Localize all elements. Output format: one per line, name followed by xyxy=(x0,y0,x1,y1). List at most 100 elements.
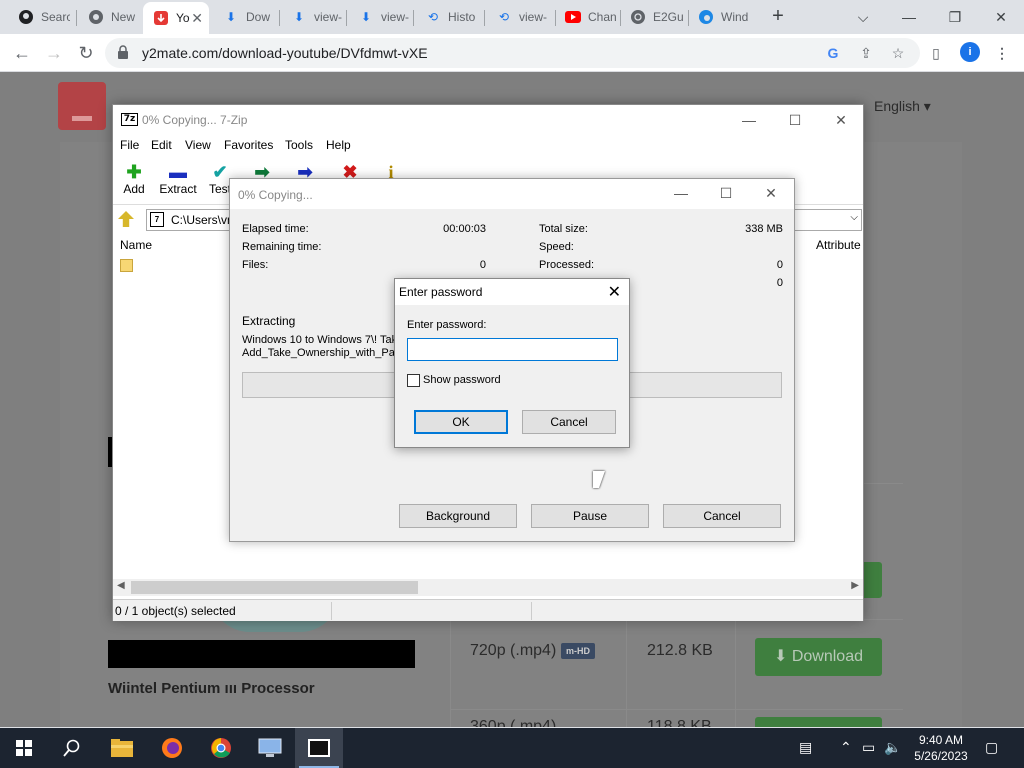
forward-button[interactable]: → xyxy=(42,41,66,65)
tab-y2mate[interactable]: Yo ✕ xyxy=(143,2,209,34)
chevron-down-icon[interactable]: ⌵ xyxy=(850,212,858,223)
back-button[interactable]: ← xyxy=(10,41,34,65)
tab-windows[interactable]: Wind xyxy=(688,4,754,30)
processed-label: Processed: xyxy=(539,259,595,271)
tab-view-1[interactable]: ⬇ view- xyxy=(281,4,343,30)
add-button[interactable]: ✚ Add xyxy=(122,162,146,196)
selection-status: 0 / 1 object(s) selected xyxy=(115,604,236,618)
password-input[interactable] xyxy=(407,338,618,361)
elapsed-value: 00:00:03 xyxy=(443,223,486,235)
tab-new[interactable]: New xyxy=(78,4,140,30)
horizontal-scrollbar[interactable]: ◀ ▶ xyxy=(113,579,863,596)
remote-desktop-button[interactable] xyxy=(246,728,294,768)
sevenzip-icon xyxy=(308,739,330,757)
show-hidden-icons-icon[interactable]: ⌃ xyxy=(840,739,852,756)
cancel-button[interactable]: Cancel xyxy=(522,410,616,434)
tab-e2gu[interactable]: E2Gu xyxy=(620,4,686,30)
pause-button[interactable]: Pause xyxy=(531,504,649,528)
minimize-button[interactable]: — xyxy=(886,4,932,30)
y2mate-logo xyxy=(58,82,106,130)
share-icon[interactable]: ⇪ xyxy=(856,43,876,63)
files-value: 0 xyxy=(479,259,486,271)
menu-help[interactable]: Help xyxy=(326,138,351,152)
google-lens-icon[interactable]: G xyxy=(823,43,843,63)
download-button[interactable] xyxy=(755,717,882,727)
show-password-checkbox[interactable] xyxy=(407,374,420,387)
column-name[interactable]: Name xyxy=(120,238,152,252)
tab-github-search[interactable]: Searc xyxy=(8,4,70,30)
globe-icon xyxy=(630,9,646,25)
quality-cell: 360p (.mp4) xyxy=(470,718,557,727)
scroll-left-icon[interactable]: ◀ xyxy=(117,580,125,591)
tab-download[interactable]: ⬇ Dow xyxy=(213,4,275,30)
side-panel-icon[interactable]: ▯ xyxy=(926,43,946,63)
menu-edit[interactable]: Edit xyxy=(151,138,172,152)
menu-tools[interactable]: Tools xyxy=(285,138,313,152)
extracting-file-line1: Windows 10 to Windows 7\! Tak xyxy=(242,334,398,346)
up-folder-icon[interactable] xyxy=(118,211,134,227)
menu-file[interactable]: File xyxy=(120,138,139,152)
column-attributes[interactable]: Attribute xyxy=(816,238,861,252)
search-button[interactable] xyxy=(48,728,96,768)
history-icon: ⟲ xyxy=(427,10,439,24)
start-icon xyxy=(16,740,32,756)
extracting-file-line2: Add_Take_Ownership_with_Pau xyxy=(242,347,401,359)
cancel-button[interactable]: Cancel xyxy=(663,504,781,528)
reload-button[interactable]: ↻ xyxy=(74,41,98,65)
background-button[interactable]: Background xyxy=(399,504,517,528)
start-button[interactable] xyxy=(0,728,48,768)
folder-icon[interactable] xyxy=(120,259,133,272)
close-icon[interactable]: ✕ xyxy=(608,282,621,302)
menu-view[interactable]: View xyxy=(185,138,211,152)
chrome-button[interactable] xyxy=(197,728,245,768)
maximize-button[interactable]: ☐ xyxy=(772,105,818,135)
notifications-icon[interactable]: ▢ xyxy=(985,739,998,756)
clock-time: 9:40 AM xyxy=(918,733,964,747)
extract-button[interactable]: ▬ Extract xyxy=(158,162,198,196)
ok-button[interactable]: OK xyxy=(414,410,508,434)
firefox-button[interactable] xyxy=(148,728,196,768)
bookmark-star-icon[interactable]: ☆ xyxy=(888,43,908,63)
profile-avatar[interactable]: i xyxy=(960,42,980,62)
minimize-button[interactable]: — xyxy=(658,179,704,207)
tab-search-button[interactable]: ⌵ xyxy=(840,4,886,30)
new-tab-button[interactable]: + xyxy=(767,6,789,28)
tab-label: view- xyxy=(381,10,410,24)
lock-icon xyxy=(117,45,131,61)
scroll-right-icon[interactable]: ▶ xyxy=(851,580,859,591)
file-explorer-button[interactable] xyxy=(98,728,146,768)
tab-channel[interactable]: Chan xyxy=(555,4,618,30)
minimize-button[interactable]: — xyxy=(726,105,772,135)
tab-view-3[interactable]: ⟲ view- xyxy=(486,4,552,30)
address-bar[interactable]: y2mate.com/download-youtube/DVfdmwt-vXE … xyxy=(105,38,920,68)
password-label: Enter password: xyxy=(407,319,487,331)
download-icon: ⬇ xyxy=(225,10,237,24)
browser-tab-strip: Searc New Yo ✕ ⬇ Dow ⬇ view- ⬇ view- ⟲ H… xyxy=(0,0,1024,34)
tab-label: Wind xyxy=(721,10,749,24)
sevenzip-taskbar-button[interactable] xyxy=(295,728,343,768)
scrollbar-thumb[interactable] xyxy=(131,581,418,594)
menu-favorites[interactable]: Favorites xyxy=(224,138,273,152)
system-clock[interactable]: 9:40 AM 5/26/2023 xyxy=(906,732,976,764)
language-select[interactable]: English ▾ xyxy=(874,98,931,115)
close-button[interactable]: ✕ xyxy=(748,179,794,207)
size-cell: 212.8 KB xyxy=(647,642,713,659)
tab-view-2[interactable]: ⬇ view- xyxy=(348,4,410,30)
maximize-button[interactable]: ☐ xyxy=(703,179,749,207)
task-view-icon[interactable]: ▤ xyxy=(799,739,812,756)
dialog-title: Enter password xyxy=(399,285,483,299)
menu-icon[interactable]: ⋮ xyxy=(992,43,1012,63)
close-window-button[interactable]: ✕ xyxy=(978,4,1024,30)
close-button[interactable]: ✕ xyxy=(818,105,864,135)
youtube-icon xyxy=(565,9,581,25)
close-tab-icon[interactable]: ✕ xyxy=(191,10,203,27)
show-password-label[interactable]: Show password xyxy=(423,374,501,386)
total-size-value: 338 MB xyxy=(745,223,783,235)
tab-history[interactable]: ⟲ Histo xyxy=(415,4,481,30)
volume-icon[interactable]: 🔈 xyxy=(884,739,901,756)
network-icon[interactable]: ▭ xyxy=(862,739,875,756)
tab-label: Histo xyxy=(448,10,476,24)
download-button[interactable]: ⬇ Download xyxy=(755,638,882,676)
restore-button[interactable]: ❐ xyxy=(932,4,978,30)
search-icon xyxy=(63,739,80,757)
